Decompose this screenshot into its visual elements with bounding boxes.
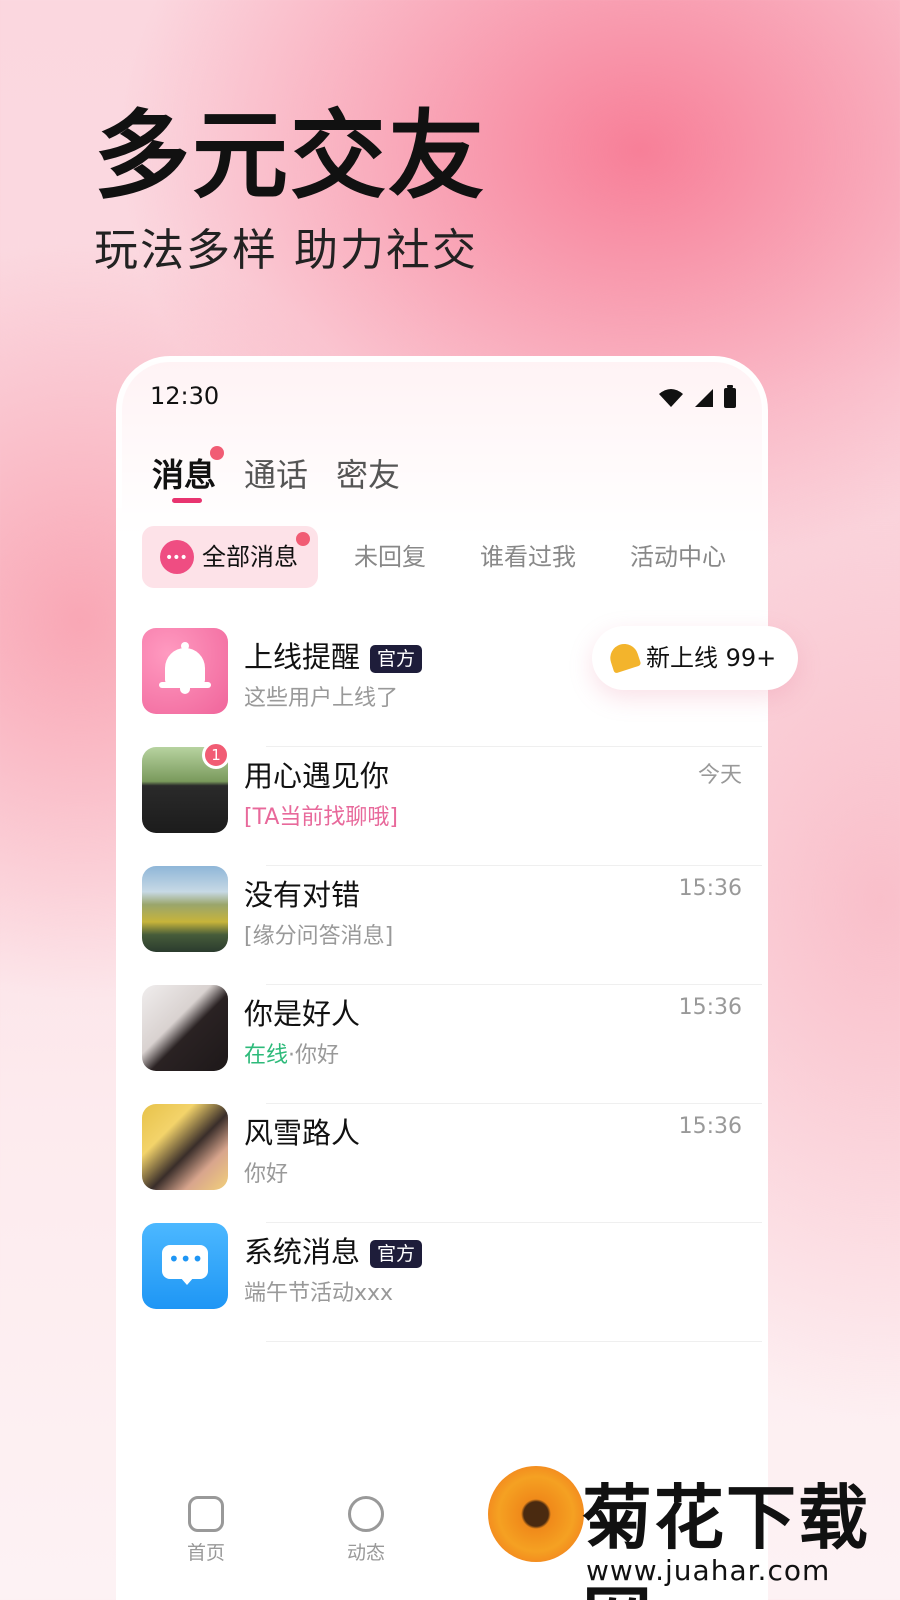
hero-subtitle: 玩法多样 助力社交 <box>94 225 478 276</box>
subtab-activity-center[interactable]: 活动中心 <box>630 526 726 588</box>
message-preview: [缘分问答消息] <box>244 924 394 949</box>
signal-icon <box>695 389 713 407</box>
contact-name: 系统消息 官方 <box>244 1229 423 1271</box>
hero-title: 多元交友 <box>94 100 486 212</box>
list-item[interactable]: 1 用心遇见你 [TA当前找聊哦] 今天 <box>142 741 762 866</box>
online-status: 在线 <box>244 1043 289 1068</box>
message-preview: 你好 <box>244 1162 289 1187</box>
subtab-all-messages-label: 全部消息 <box>202 543 298 571</box>
message-list: 上线提醒 官方 这些用户上线了 1 用心遇见你 [TA当前找聊哦] 今天 没有对错… <box>142 628 762 1342</box>
unread-dot <box>210 446 225 460</box>
divider <box>266 1341 762 1342</box>
message-time: 15:36 <box>678 1114 742 1139</box>
flower-logo-icon <box>488 1466 584 1562</box>
status-bar: 12:30 <box>150 382 736 422</box>
contact-name: 没有对错 <box>244 878 361 912</box>
tab-messages[interactable]: 消息 <box>152 446 225 503</box>
subtab-all-messages[interactable]: 全部消息 <box>142 526 318 589</box>
avatar <box>142 866 228 952</box>
message-time: 15:36 <box>678 876 742 901</box>
new-online-pill[interactable]: 新上线 99+ <box>592 626 798 690</box>
sub-tabs: 全部消息 未回复 谁看过我 活动中心 <box>142 526 762 589</box>
tab-calls[interactable]: 通话 <box>244 450 308 496</box>
contact-name: 用心遇见你 <box>244 759 390 793</box>
message-time: 15:36 <box>678 995 742 1020</box>
status-time: 12:30 <box>150 382 220 410</box>
tab-calls-label: 通话 <box>244 456 309 494</box>
unread-count-badge: 1 <box>202 741 230 769</box>
moments-icon <box>348 1496 384 1532</box>
phone-mockup: 12:30 消息 通话 密友 全部消息 未回复 谁看过我 活动中心 <box>116 356 768 1600</box>
nav-home-label: 首页 <box>186 1542 225 1564</box>
avatar <box>142 985 228 1071</box>
unread-dot <box>296 532 310 546</box>
watermark-url: www.juahar.com <box>586 1554 831 1587</box>
message-preview: 端午节活动xxx <box>244 1281 394 1306</box>
battery-icon <box>724 385 736 408</box>
message-preview: [TA当前找聊哦] <box>244 805 398 830</box>
list-item[interactable]: 风雪路人 你好 15:36 <box>142 1104 762 1223</box>
top-tabs: 消息 通话 密友 <box>152 446 400 503</box>
subtab-who-viewed-me[interactable]: 谁看过我 <box>480 526 576 588</box>
avatar <box>142 1104 228 1190</box>
list-item[interactable]: 你是好人 在线·你好 15:36 <box>142 985 762 1104</box>
status-icons <box>658 385 736 408</box>
watermark: 菊花下载网 www.juahar.com <box>488 1462 900 1600</box>
list-item[interactable]: 没有对错 [缘分问答消息] 15:36 <box>142 866 762 985</box>
tab-close-friends-label: 密友 <box>336 456 401 494</box>
message-preview: 这些用户上线了 <box>244 686 399 711</box>
new-online-label: 新上线 99+ <box>646 644 777 672</box>
chat-bubble-icon <box>142 1223 228 1309</box>
subtab-unreplied[interactable]: 未回复 <box>354 526 426 588</box>
tab-messages-label: 消息 <box>152 456 217 494</box>
contact-name: 上线提醒 官方 <box>244 634 423 676</box>
official-badge: 官方 <box>370 1240 423 1268</box>
active-tab-indicator <box>172 498 202 503</box>
wifi-icon <box>659 389 683 407</box>
message-preview: 在线·你好 <box>244 1043 340 1068</box>
nav-moments-label: 动态 <box>346 1542 385 1564</box>
chat-bubble-icon <box>160 527 194 589</box>
list-item[interactable]: 系统消息官方 端午节活动xxx <box>142 1223 762 1342</box>
nav-moments[interactable]: 动态 <box>326 1496 406 1565</box>
contact-name: 风雪路人 <box>244 1116 361 1150</box>
bell-icon <box>606 640 642 674</box>
official-badge: 官方 <box>370 645 423 673</box>
tab-close-friends[interactable]: 密友 <box>336 450 400 496</box>
bell-icon <box>142 628 228 714</box>
nav-home[interactable]: 首页 <box>166 1496 246 1565</box>
message-time: 今天 <box>697 763 742 788</box>
contact-name: 你是好人 <box>244 997 361 1031</box>
home-icon <box>188 1496 224 1532</box>
